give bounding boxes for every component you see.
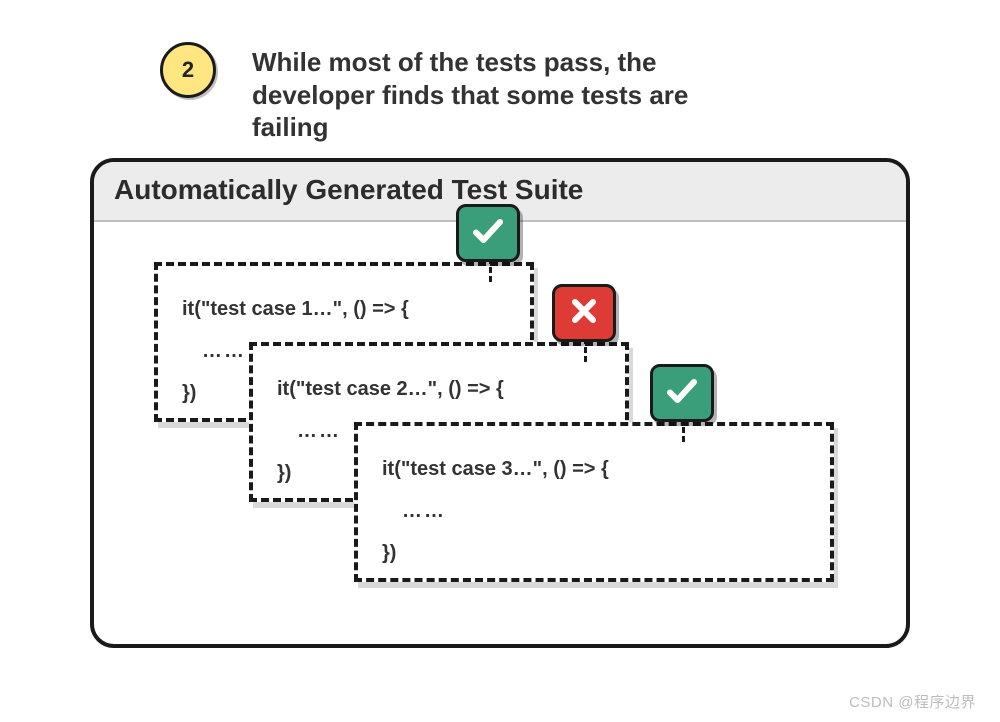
test-suite-panel: Automatically Generated Test Suite it("t… — [90, 158, 910, 648]
code-line: it("test case 2…", () => { — [277, 368, 601, 410]
watermark: CSDN @程序边界 — [849, 691, 976, 712]
code-line: it("test case 1…", () => { — [182, 288, 506, 330]
code-line: it("test case 3…", () => { — [382, 448, 806, 490]
step-number-badge: 2 — [160, 42, 216, 98]
x-icon — [566, 293, 602, 334]
test-case-box: it("test case 3…", () => { …… }) — [354, 422, 834, 582]
check-icon — [470, 213, 506, 254]
pass-badge — [456, 204, 520, 262]
code-line: }) — [382, 532, 806, 574]
code-line: …… — [382, 490, 806, 532]
step-number: 2 — [182, 57, 194, 83]
step-description: While most of the tests pass, the develo… — [252, 42, 752, 144]
panel-body: it("test case 1…", () => { …… }) it("tes… — [94, 222, 906, 646]
pass-badge — [650, 364, 714, 422]
fail-badge — [552, 284, 616, 342]
check-icon — [664, 373, 700, 414]
step-header: 2 While most of the tests pass, the deve… — [160, 42, 940, 144]
